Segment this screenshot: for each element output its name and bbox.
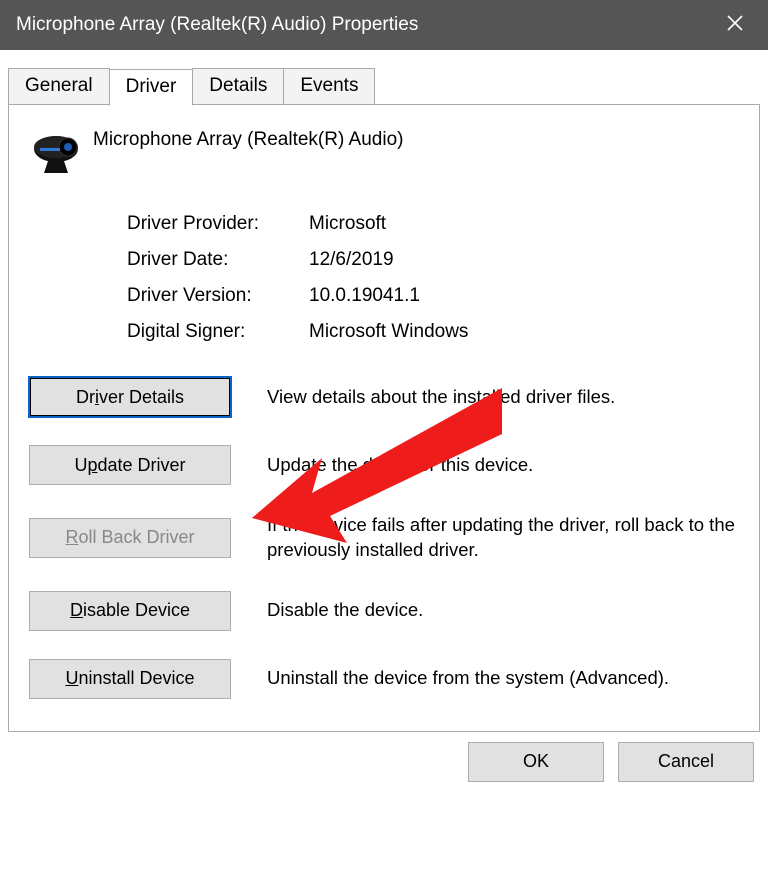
date-value: 12/6/2019 bbox=[309, 249, 394, 271]
button-label-post: ninstall Device bbox=[78, 668, 194, 688]
driver-info-table: Driver Provider: Microsoft Driver Date: … bbox=[127, 213, 739, 343]
device-name: Microphone Array (Realtek(R) Audio) bbox=[93, 127, 403, 151]
tab-details[interactable]: Details bbox=[192, 68, 284, 105]
button-label-post: ver Details bbox=[99, 387, 184, 407]
window-title: Microphone Array (Realtek(R) Audio) Prop… bbox=[16, 14, 718, 36]
uninstall-device-button[interactable]: Uninstall Device bbox=[29, 659, 231, 699]
rollback-driver-button: Roll Back Driver bbox=[29, 518, 231, 558]
cancel-button[interactable]: Cancel bbox=[618, 742, 754, 782]
disable-device-desc: Disable the device. bbox=[267, 598, 739, 623]
button-label-post: date Driver bbox=[97, 455, 185, 475]
uninstall-device-desc: Uninstall the device from the system (Ad… bbox=[267, 666, 739, 691]
button-label-post: isable Device bbox=[83, 600, 190, 620]
button-label-pre: Dr bbox=[76, 387, 95, 407]
button-label-pre: U bbox=[74, 455, 87, 475]
tab-strip: General Driver Details Events bbox=[8, 68, 760, 105]
update-driver-button[interactable]: Update Driver bbox=[29, 445, 231, 485]
tab-events[interactable]: Events bbox=[283, 68, 375, 105]
close-icon[interactable] bbox=[718, 8, 752, 42]
webcam-icon bbox=[29, 127, 93, 177]
button-label-accel: U bbox=[65, 668, 78, 688]
tab-general[interactable]: General bbox=[8, 68, 110, 105]
provider-value: Microsoft bbox=[309, 213, 386, 235]
update-driver-desc: Update the driver for this device. bbox=[267, 453, 739, 478]
button-label-accel: R bbox=[65, 527, 78, 547]
button-label-accel: D bbox=[70, 600, 83, 620]
date-label: Driver Date: bbox=[127, 249, 309, 271]
device-header: Microphone Array (Realtek(R) Audio) bbox=[29, 127, 739, 177]
version-value: 10.0.19041.1 bbox=[309, 285, 420, 307]
rollback-driver-desc: If the device fails after updating the d… bbox=[267, 513, 739, 563]
tab-driver[interactable]: Driver bbox=[109, 69, 194, 106]
titlebar: Microphone Array (Realtek(R) Audio) Prop… bbox=[0, 0, 768, 50]
disable-device-button[interactable]: Disable Device bbox=[29, 591, 231, 631]
button-label-accel: p bbox=[87, 455, 97, 475]
signer-value: Microsoft Windows bbox=[309, 321, 468, 343]
version-label: Driver Version: bbox=[127, 285, 309, 307]
driver-details-desc: View details about the installed driver … bbox=[267, 385, 739, 410]
signer-label: Digital Signer: bbox=[127, 321, 309, 343]
dialog-button-row: OK Cancel bbox=[8, 742, 760, 782]
button-label-post: oll Back Driver bbox=[78, 527, 194, 547]
provider-label: Driver Provider: bbox=[127, 213, 309, 235]
driver-tab-panel: Microphone Array (Realtek(R) Audio) Driv… bbox=[8, 104, 760, 732]
driver-details-button[interactable]: Driver Details bbox=[29, 377, 231, 417]
ok-button[interactable]: OK bbox=[468, 742, 604, 782]
client-area: General Driver Details Events Microphone… bbox=[0, 50, 768, 790]
